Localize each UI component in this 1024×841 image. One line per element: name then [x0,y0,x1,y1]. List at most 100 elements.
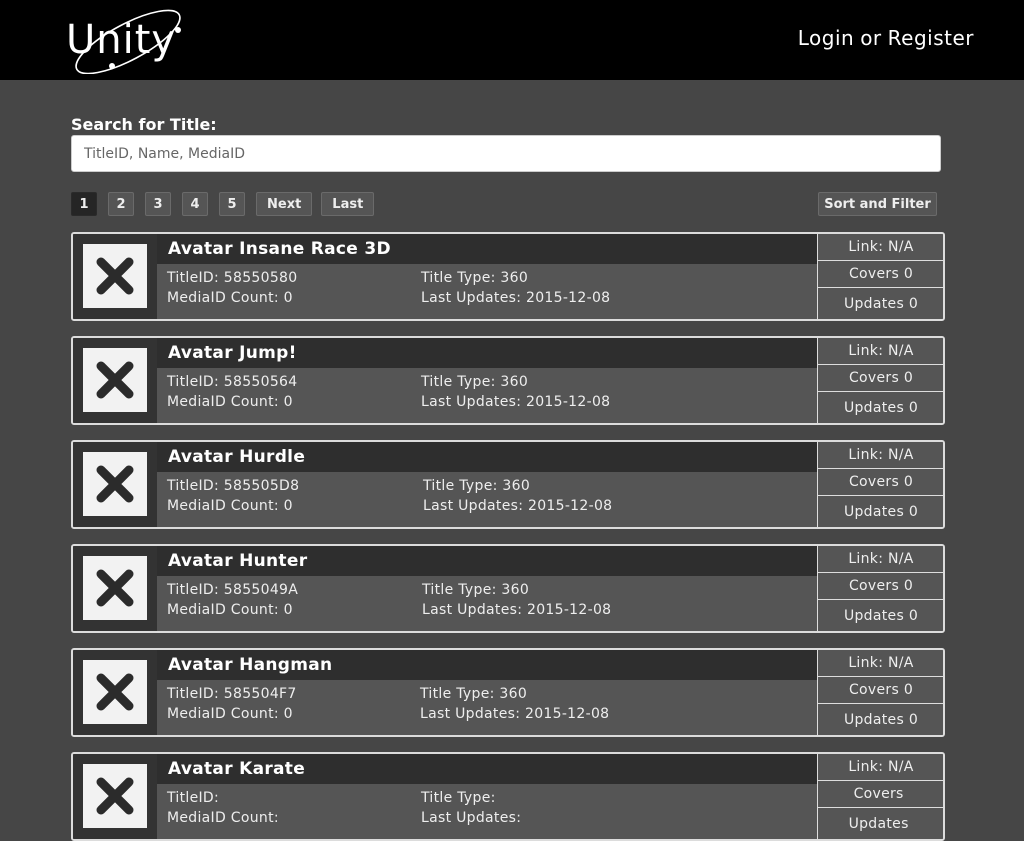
covers-label: Covers [848,682,900,698]
covers-button[interactable]: Covers 0 [818,677,943,704]
updates-label: Updates [843,503,905,520]
updates-label: Updates [843,399,905,416]
title-name[interactable]: Avatar Hunter [168,551,307,571]
last-updates-label: Last Updates: [421,810,522,826]
title-type-row: Title Type: 360 [420,686,527,702]
title-id-value: 58550580 [223,270,298,286]
title-type-row: Title Type: 360 [423,478,530,494]
title-name[interactable]: Avatar Hurdle [168,447,305,467]
next-page-button[interactable]: Next [256,192,313,216]
covers-button[interactable]: Covers 0 [818,365,943,392]
title-type-label: Title Type: [421,374,496,390]
title-id-label: TitleID: [167,582,220,598]
site-logo[interactable]: Unity [62,8,192,74]
page-button-5[interactable]: 5 [219,192,245,216]
covers-label: Covers [848,266,900,282]
title-stats: Link: N/A Covers 0 Updates 0 [817,338,943,423]
last-updates-label: Last Updates: [423,498,524,514]
media-id-count-row: MediaID Count: 0 [167,498,293,514]
last-updates-row: Last Updates: 2015-12-08 [423,498,612,514]
covers-button[interactable]: Covers [818,781,943,808]
title-card[interactable]: Avatar Karate TitleID: MediaID Count: Tit… [71,752,945,841]
title-type-value: 360 [502,478,531,494]
updates-button[interactable]: Updates 0 [818,392,943,423]
missing-image-icon [83,660,147,724]
title-id-row: TitleID: 58550564 [167,374,297,390]
title-info: TitleID: 5855049A MediaID Count: 0 Title T… [157,576,817,631]
logo-text: Unity [66,17,177,63]
missing-image-icon [83,764,147,828]
updates-button[interactable]: Updates [818,808,943,839]
last-updates-row: Last Updates: 2015-12-08 [420,706,609,722]
media-id-count-value: 0 [283,394,293,410]
title-id-value: 585505D8 [223,478,300,494]
covers-label: Covers [853,786,904,802]
title-id-row: TitleID: 585504F7 [167,686,297,702]
media-id-count-row: MediaID Count: 0 [167,706,293,722]
title-name[interactable]: Avatar Jump! [168,343,297,363]
updates-value: 0 [908,295,919,312]
media-id-count-value: 0 [283,290,293,306]
last-updates-value: 2015-12-08 [528,498,613,514]
media-id-count-label: MediaID Count: [167,498,279,514]
media-id-count-label: MediaID Count: [167,602,279,618]
search-input[interactable] [71,135,941,172]
title-id-label: TitleID: [167,270,220,286]
covers-button[interactable]: Covers 0 [818,573,943,600]
register-link[interactable]: Register [888,26,974,50]
updates-button[interactable]: Updates 0 [818,704,943,735]
page-button-2[interactable]: 2 [108,192,134,216]
link-button[interactable]: Link: N/A [818,442,943,469]
updates-button[interactable]: Updates 0 [818,288,943,319]
title-id-label: TitleID: [167,686,220,702]
search-label: Search for Title: [71,115,217,134]
link-button[interactable]: Link: N/A [818,234,943,261]
last-updates-row: Last Updates: 2015-12-08 [421,394,610,410]
link-button[interactable]: Link: N/A [818,650,943,677]
title-card[interactable]: Avatar Hangman TitleID: 585504F7 MediaID C… [71,648,945,737]
title-card[interactable]: Avatar Insane Race 3D TitleID: 58550580 Me… [71,232,945,321]
last-updates-value: 2015-12-08 [526,290,611,306]
media-id-count-row: MediaID Count: [167,810,279,826]
title-name[interactable]: Avatar Hangman [168,655,332,675]
page-button-3[interactable]: 3 [145,192,171,216]
updates-value: 0 [908,399,919,416]
page-button-4[interactable]: 4 [182,192,208,216]
updates-label: Updates [843,607,905,624]
title-type-row: Title Type: 360 [421,270,528,286]
last-page-button[interactable]: Last [321,192,375,216]
last-updates-value: 2015-12-08 [525,706,610,722]
link-label: Link: [848,239,884,255]
link-button[interactable]: Link: N/A [818,546,943,573]
title-id-row: TitleID: 5855049A [167,582,298,598]
title-info: TitleID: 58550580 MediaID Count: 0 Title T… [157,264,817,319]
covers-value: 0 [903,578,914,594]
updates-label: Updates [843,711,905,728]
title-info: TitleID: 58550564 MediaID Count: 0 Title T… [157,368,817,423]
pagination: 1 2 3 4 5 Next Last [71,192,383,216]
page-button-1[interactable]: 1 [71,192,97,216]
title-stats: Link: N/A Covers 0 Updates 0 [817,442,943,527]
title-card[interactable]: Avatar Hunter TitleID: 5855049A MediaID Co… [71,544,945,633]
title-card[interactable]: Avatar Jump! TitleID: 58550564 MediaID Cou… [71,336,945,425]
title-info: TitleID: 585504F7 MediaID Count: 0 Title T… [157,680,817,735]
link-button[interactable]: Link: N/A [818,338,943,365]
updates-button[interactable]: Updates 0 [818,496,943,527]
title-type-label: Title Type: [420,686,495,702]
covers-button[interactable]: Covers 0 [818,469,943,496]
covers-button[interactable]: Covers 0 [818,261,943,288]
title-stats: Link: N/A Covers 0 Updates 0 [817,234,943,319]
updates-button[interactable]: Updates 0 [818,600,943,631]
title-name[interactable]: Avatar Karate [168,759,305,779]
covers-value: 0 [903,370,914,386]
title-name[interactable]: Avatar Insane Race 3D [168,239,391,259]
sort-filter-button[interactable]: Sort and Filter [818,192,937,216]
covers-label: Covers [848,370,900,386]
link-value: N/A [887,239,914,255]
login-link[interactable]: Login [798,26,854,50]
auth-or-text: or [860,26,882,50]
last-updates-row: Last Updates: [421,810,521,826]
last-updates-row: Last Updates: 2015-12-08 [422,602,611,618]
title-card[interactable]: Avatar Hurdle TitleID: 585505D8 MediaID Co… [71,440,945,529]
title-stats: Link: N/A Covers 0 Updates 0 [817,650,943,735]
